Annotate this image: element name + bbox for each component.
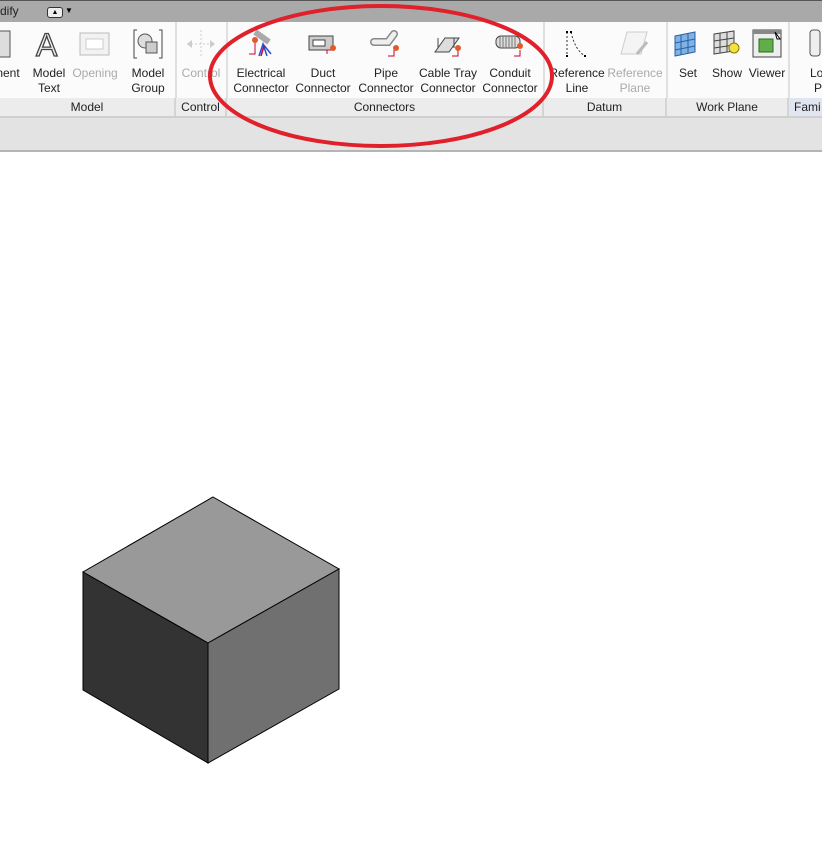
panel-control-label: Control (176, 98, 227, 116)
panel-model-label: Model (0, 98, 176, 116)
chevron-down-icon[interactable]: ▼ (65, 6, 73, 15)
control-button[interactable]: Control (170, 26, 232, 81)
load-into-project-icon (789, 26, 822, 62)
duct-connector-button[interactable]: Duct Connector (292, 26, 354, 96)
pipe-connector-button[interactable]: Pipe Connector (355, 26, 417, 96)
cable-tray-connector-icon (417, 26, 479, 62)
isometric-cube (81, 496, 341, 764)
svg-text:A: A (36, 28, 58, 60)
control-arrows-icon (170, 26, 232, 62)
pipe-connector-icon (355, 26, 417, 62)
title-bar: dify ▲ ▼ (0, 0, 822, 22)
conduit-connector-icon (479, 26, 541, 62)
reference-line-icon (546, 26, 608, 62)
ribbon-minimize-icon[interactable]: ▲ (47, 7, 63, 18)
reference-line-button[interactable]: Reference Line (546, 26, 608, 96)
cable-tray-connector-button[interactable]: Cable Tray Connector (417, 26, 479, 96)
cube-top-face (81, 496, 341, 644)
electrical-connector-button[interactable]: Electrical Connector (230, 26, 292, 96)
panel-datum-label: Datum (544, 98, 667, 116)
panel-connectors-label: Connectors (227, 98, 544, 116)
panel-work-plane-label: Work Plane (667, 98, 789, 116)
cube-left-face (82, 571, 209, 764)
duct-connector-icon (292, 26, 354, 62)
panel-family-editor-label: Fami (789, 98, 822, 116)
panel-labels: Model Control Connectors Datum Work Plan… (0, 98, 822, 118)
electrical-connector-icon (230, 26, 292, 62)
options-bar (0, 118, 822, 152)
cube-right-face (207, 568, 340, 764)
load-into-project-button[interactable]: LoaPr (789, 26, 822, 96)
conduit-connector-button[interactable]: Conduit Connector (479, 26, 541, 96)
tab-modify[interactable]: dify (0, 4, 19, 18)
